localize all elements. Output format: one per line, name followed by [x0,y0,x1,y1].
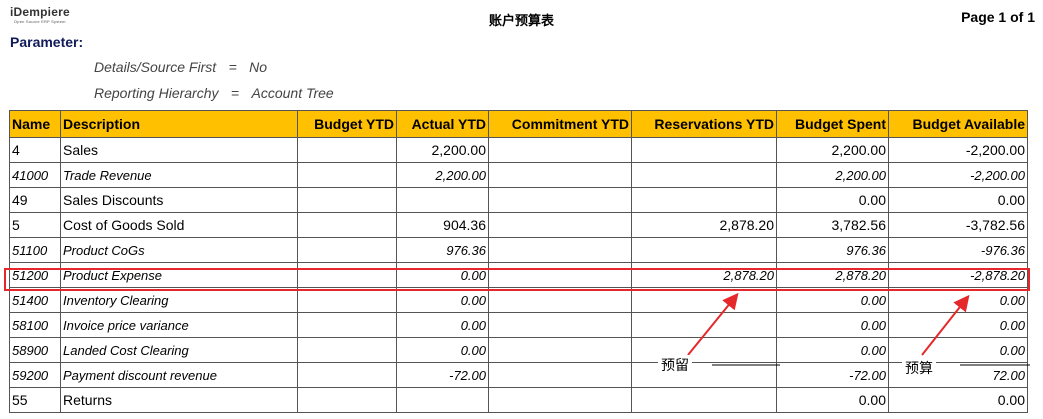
reservation-note: 预留 [658,355,692,375]
reservation-arrow [687,292,739,356]
budget-note: 预算 [902,358,936,378]
annotation-arrows [687,292,1030,366]
budget-arrow [921,294,970,356]
